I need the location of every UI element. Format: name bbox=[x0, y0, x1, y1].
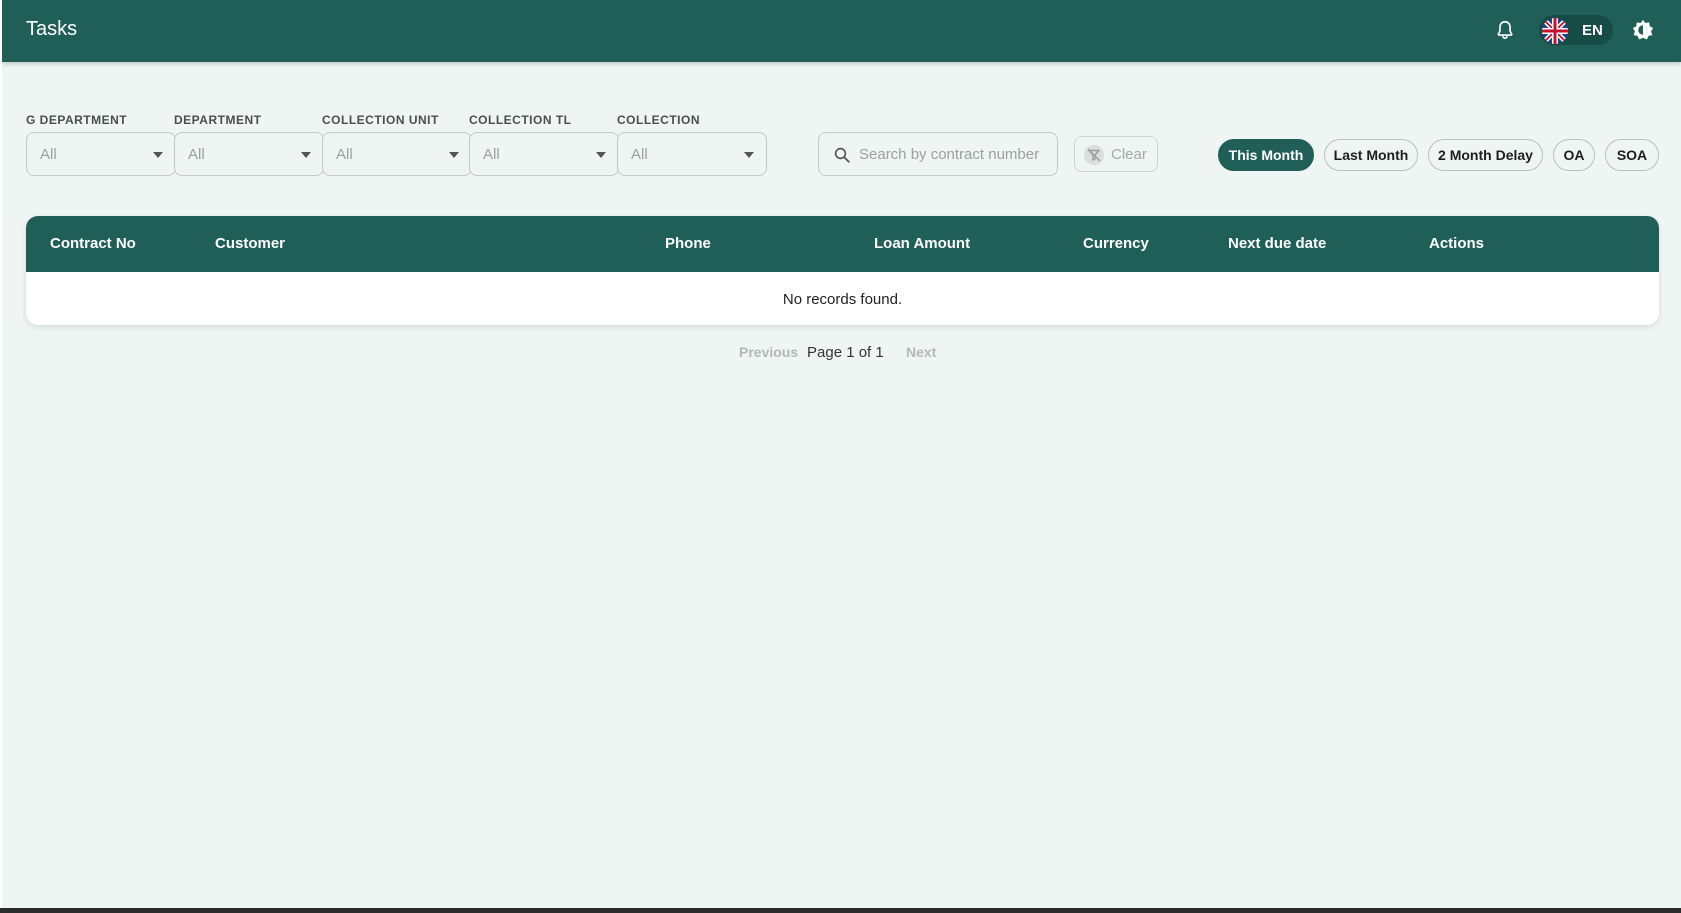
tasks-table: Contract No Customer Phone Loan Amount C… bbox=[26, 216, 1659, 325]
oa-pill[interactable]: OA bbox=[1553, 139, 1595, 171]
bell-icon[interactable] bbox=[1494, 19, 1516, 41]
page-title: Tasks bbox=[26, 18, 78, 40]
department-label: DEPARTMENT bbox=[174, 113, 262, 127]
select-value: All bbox=[40, 146, 57, 163]
two-month-delay-pill[interactable]: 2 Month Delay bbox=[1428, 139, 1543, 171]
column-header-customer[interactable]: Customer bbox=[215, 235, 285, 252]
page-indicator: Page 1 of 1 bbox=[807, 344, 884, 361]
app-root: Tasks EN G DEPARTMENT DEPARTMENT COLLECT… bbox=[2, 0, 1681, 908]
last-month-pill[interactable]: Last Month bbox=[1324, 139, 1418, 171]
select-value: All bbox=[483, 146, 500, 163]
column-header-loan-amount[interactable]: Loan Amount bbox=[874, 235, 970, 252]
language-code: EN bbox=[1582, 22, 1603, 39]
chevron-down-icon bbox=[153, 152, 163, 158]
uk-flag-icon bbox=[1542, 18, 1568, 44]
clear-label: Clear bbox=[1111, 146, 1147, 163]
table-header: Contract No Customer Phone Loan Amount C… bbox=[26, 216, 1659, 272]
g-department-label: G DEPARTMENT bbox=[26, 113, 128, 127]
contract-search-field bbox=[818, 132, 1058, 176]
department-select[interactable]: All bbox=[174, 132, 324, 176]
previous-page-button[interactable]: Previous bbox=[739, 344, 798, 360]
next-page-button[interactable]: Next bbox=[906, 344, 936, 360]
collection-tl-label: COLLECTION TL bbox=[469, 113, 572, 127]
chevron-down-icon bbox=[301, 152, 311, 158]
search-icon bbox=[834, 147, 850, 163]
clear-filters-button[interactable]: Clear bbox=[1074, 136, 1158, 172]
soa-pill[interactable]: SOA bbox=[1605, 139, 1659, 171]
column-header-contract-no[interactable]: Contract No bbox=[50, 235, 136, 252]
collection-unit-select[interactable]: All bbox=[322, 132, 472, 176]
column-header-phone[interactable]: Phone bbox=[665, 235, 711, 252]
chevron-down-icon bbox=[449, 152, 459, 158]
collection-unit-label: COLLECTION UNIT bbox=[322, 113, 439, 127]
select-value: All bbox=[188, 146, 205, 163]
collection-select[interactable]: All bbox=[617, 132, 767, 176]
top-app-bar: Tasks EN bbox=[2, 0, 1681, 62]
window-bottom-edge bbox=[0, 908, 1681, 913]
g-department-select[interactable]: All bbox=[26, 132, 176, 176]
chevron-down-icon bbox=[744, 152, 754, 158]
column-header-currency[interactable]: Currency bbox=[1083, 235, 1149, 252]
collection-tl-select[interactable]: All bbox=[469, 132, 619, 176]
search-input[interactable] bbox=[859, 141, 1049, 167]
collection-label: COLLECTION bbox=[617, 113, 700, 127]
filter-clear-icon bbox=[1084, 145, 1104, 165]
empty-state-message: No records found. bbox=[782, 291, 903, 308]
column-header-actions: Actions bbox=[1429, 235, 1485, 252]
select-value: All bbox=[336, 146, 353, 163]
this-month-pill[interactable]: This Month bbox=[1218, 139, 1314, 171]
select-value: All bbox=[631, 146, 648, 163]
brightness-toggle-icon[interactable] bbox=[1632, 19, 1654, 41]
language-switcher[interactable]: EN bbox=[1539, 15, 1613, 45]
chevron-down-icon bbox=[596, 152, 606, 158]
column-header-next-due-date[interactable]: Next due date bbox=[1228, 235, 1326, 252]
